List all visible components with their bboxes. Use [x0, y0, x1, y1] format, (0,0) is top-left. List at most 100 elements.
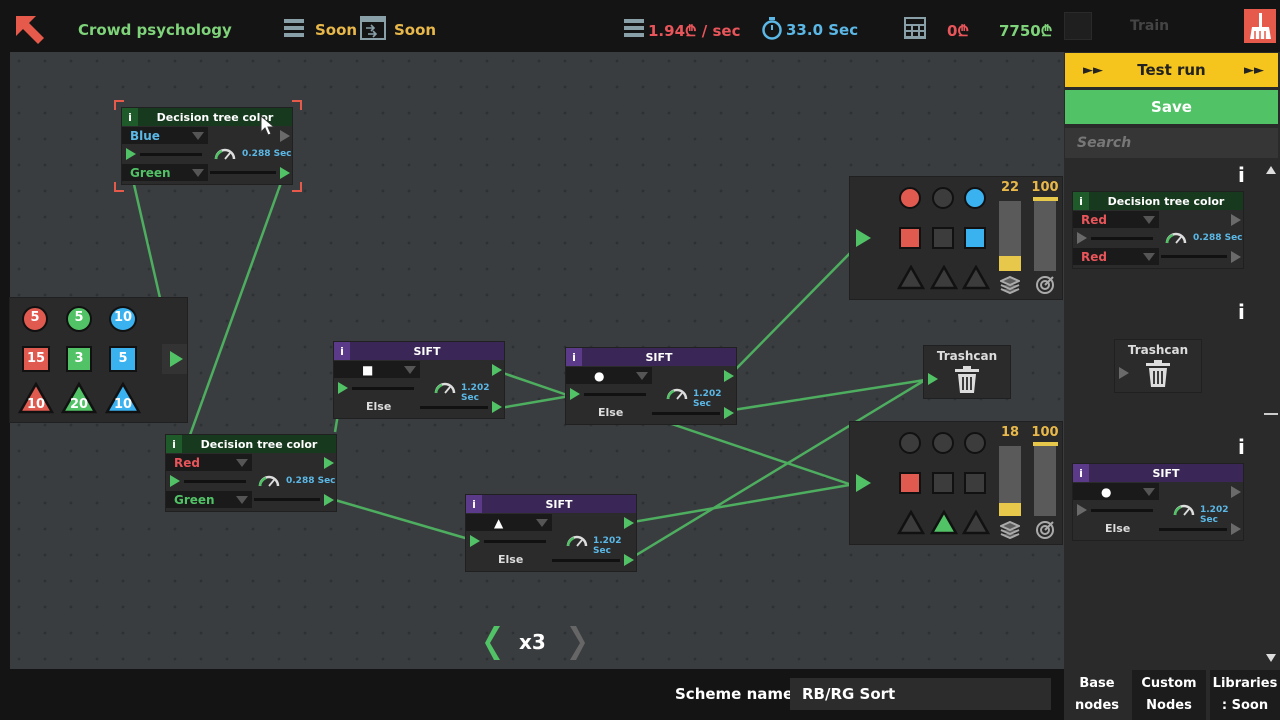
count-red-square: 15 [26, 351, 46, 366]
node-speed: 1.202 Sec [593, 536, 622, 556]
sift-node-2[interactable]: i SIFT ● 1.202 Sec Else [566, 348, 736, 424]
color-select-top[interactable]: Red [166, 454, 252, 471]
income-rate: 1.94₾ / sec [648, 22, 741, 40]
scroll-thumb[interactable] [1264, 413, 1278, 415]
back-arrow-icon[interactable] [14, 14, 46, 46]
stopwatch-icon [762, 17, 782, 40]
node-speed: 0.288 Sec [286, 476, 336, 486]
node-title: SIFT [645, 350, 673, 364]
speed-gauge-icon [1173, 504, 1195, 516]
speed-gauge-icon [258, 475, 280, 487]
transfer-status: Soon [394, 21, 437, 39]
input-port[interactable] [928, 373, 938, 385]
info-icon[interactable]: i [466, 495, 482, 513]
palette-trashcan[interactable]: Trashcan [1115, 340, 1201, 392]
trash-icon [955, 366, 979, 393]
count-progress-bar [999, 446, 1021, 516]
sift-node-1[interactable]: i SIFT ■ 1.202 Sec Else [334, 342, 504, 418]
match-output-port[interactable] [624, 517, 634, 529]
count-red-circle: 5 [30, 310, 40, 325]
else-output-port[interactable] [724, 407, 734, 419]
info-icon[interactable]: i [1238, 435, 1245, 459]
sift-node-3[interactable]: i SIFT ▲ 1.202 Sec Else [466, 495, 636, 571]
info-icon[interactable]: i [334, 342, 350, 360]
decision-tree-node-2[interactable]: i Decision tree color Red 0.288 Sec Green [166, 435, 336, 511]
filter-select[interactable]: ▲ [466, 514, 552, 531]
input-port[interactable] [470, 535, 480, 547]
scroll-up-icon[interactable] [1266, 166, 1276, 174]
output-node-1[interactable]: 22 100 [850, 177, 1062, 299]
save-button[interactable]: Save [1065, 90, 1278, 124]
level-title: Crowd psychology [78, 21, 232, 39]
else-output-port[interactable] [624, 554, 634, 566]
info-icon[interactable]: i [1073, 464, 1089, 482]
input-port[interactable] [170, 475, 180, 487]
match-output-port[interactable] [724, 370, 734, 382]
node-title: SIFT [1152, 466, 1180, 480]
count-green-square: 3 [74, 351, 84, 366]
scheme-name-label: Scheme name : [675, 685, 805, 703]
cursor-icon [260, 115, 276, 136]
node-speed: 1.202 Sec [693, 389, 722, 409]
input-port[interactable] [1119, 367, 1129, 379]
side-scrollbar[interactable] [1264, 160, 1278, 668]
output-count: 22 [1000, 180, 1020, 195]
layers-icon [1000, 275, 1020, 295]
input-port[interactable] [856, 229, 871, 247]
clear-button[interactable] [1244, 9, 1276, 43]
else-output-port[interactable] [1231, 523, 1241, 535]
filter-select[interactable]: ■ [334, 361, 420, 378]
test-run-button[interactable]: ►► Test run ►► [1065, 53, 1278, 87]
search-input[interactable]: Search [1065, 128, 1278, 158]
tab-custom-nodes[interactable]: Custom Nodes [1132, 670, 1206, 720]
input-port[interactable] [856, 474, 871, 492]
output-port[interactable] [324, 457, 334, 469]
tab-base-nodes[interactable]: Base nodes [1066, 670, 1128, 720]
calculator-icon [904, 17, 926, 39]
money: 0₾ [947, 22, 970, 40]
speed-up-button[interactable] [566, 624, 586, 662]
else-output-port[interactable] [492, 401, 502, 413]
palette-sift[interactable]: i SIFT ● 1.202 Sec Else [1073, 464, 1243, 540]
info-icon[interactable]: i [566, 348, 582, 366]
match-output-port[interactable] [1231, 486, 1241, 498]
input-port[interactable] [1077, 232, 1087, 244]
match-output-port[interactable] [492, 364, 502, 376]
input-port[interactable] [1077, 504, 1087, 516]
filter-select[interactable]: ● [1073, 483, 1159, 500]
speed-down-button[interactable] [484, 624, 504, 662]
output-port[interactable] [1231, 251, 1241, 263]
node-title: Trashcan [1127, 343, 1189, 357]
count-red-triangle: 10 [26, 397, 46, 412]
input-port[interactable] [338, 382, 348, 394]
triangle-slot-icon [930, 265, 958, 290]
fast-forward-icon: ►► [1244, 62, 1264, 78]
train-button[interactable]: Train [1130, 18, 1169, 34]
input-port[interactable] [570, 388, 580, 400]
else-label: Else [598, 406, 624, 419]
target-icon [1036, 276, 1054, 294]
filter-select[interactable]: ● [566, 367, 652, 384]
palette-decision-tree[interactable]: i Decision tree color Red 0.288 Sec Red [1073, 192, 1243, 268]
blank-slot [1064, 12, 1092, 40]
selection-frame [114, 100, 302, 192]
count-blue-square: 5 [118, 351, 128, 366]
source-output-port[interactable] [170, 351, 183, 367]
output-port[interactable] [1231, 214, 1241, 226]
trashcan-node[interactable]: Trashcan [924, 346, 1010, 398]
output-node-2[interactable]: 18 100 [850, 422, 1062, 544]
color-select-top[interactable]: Red [1073, 211, 1159, 228]
layers-icon [1000, 520, 1020, 540]
color-select-bottom[interactable]: Red [1073, 248, 1159, 265]
info-icon[interactable]: i [1238, 163, 1245, 187]
scheme-name-input[interactable]: RB/RG Sort [790, 678, 1051, 710]
triangle-slot-icon [897, 510, 925, 535]
output-port[interactable] [324, 494, 334, 506]
tab-libraries[interactable]: Libraries: Soon [1210, 670, 1280, 720]
info-icon[interactable]: i [166, 435, 182, 453]
info-icon[interactable]: i [1238, 300, 1245, 324]
color-select-bottom[interactable]: Green [166, 491, 252, 508]
info-icon[interactable]: i [1073, 192, 1089, 210]
node-title: Decision tree color [200, 437, 318, 451]
scroll-down-icon[interactable] [1266, 654, 1276, 662]
